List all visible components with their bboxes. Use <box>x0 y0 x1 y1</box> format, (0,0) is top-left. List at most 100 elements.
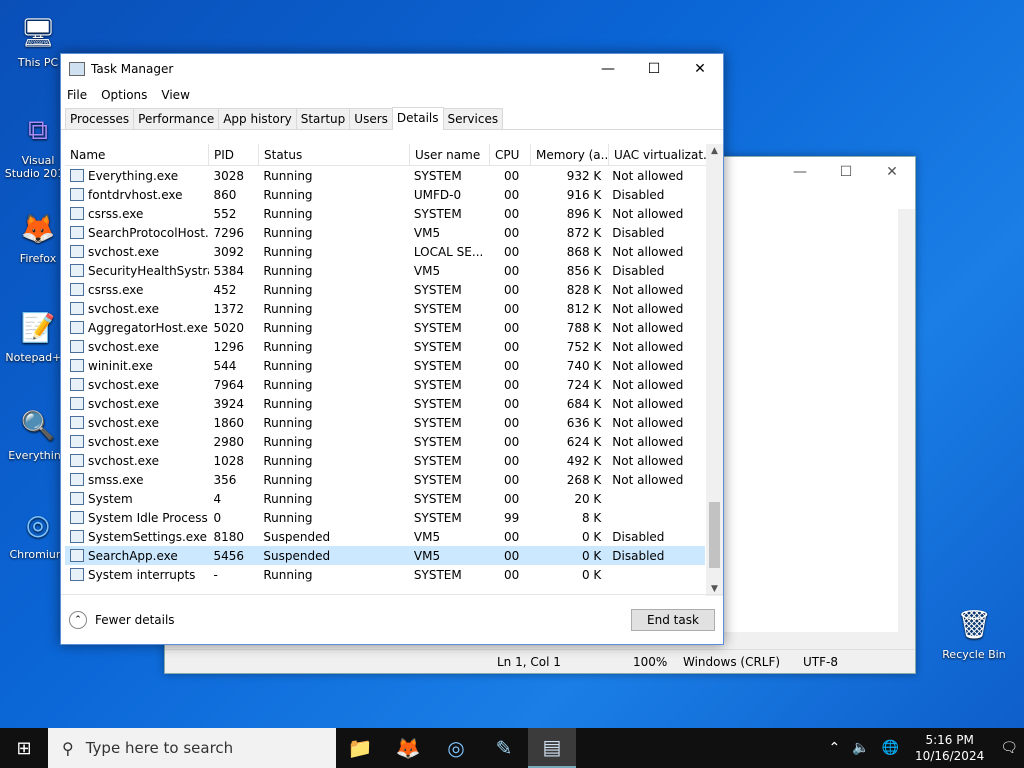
table-row[interactable]: svchost.exe 7964 Running SYSTEM 00 724 K Not a… <box>65 375 705 394</box>
tab-app-history[interactable]: App history <box>218 108 297 129</box>
process-cpu-cell: 00 <box>503 358 520 373</box>
table-row[interactable]: svchost.exe 1860 Running SYSTEM 00 636 K Not a… <box>65 413 705 432</box>
table-row[interactable]: smss.exe 356 Running SYSTEM 00 268 K Not allow… <box>65 470 705 489</box>
process-pid-cell: 5384 <box>213 263 245 278</box>
process-pid-cell: 452 <box>213 282 237 297</box>
tab-processes[interactable]: Processes <box>65 108 135 129</box>
start-button[interactable]: ⊞ <box>0 728 48 768</box>
table-row[interactable]: svchost.exe 1372 Running SYSTEM 00 812 K Not a… <box>65 299 705 318</box>
taskbar-chromium[interactable]: ◎ <box>432 728 480 768</box>
table-row[interactable]: svchost.exe 3092 Running LOCAL SE... 00 868 K… <box>65 242 705 261</box>
process-status-cell: Running <box>263 225 313 240</box>
process-uac-cell: Not allowed <box>612 453 684 468</box>
process-status-cell: Running <box>263 206 313 221</box>
table-row[interactable]: System 4 Running SYSTEM 00 20 K <box>65 489 705 508</box>
minimize-icon[interactable]: — <box>777 157 823 187</box>
process-user-cell: SYSTEM <box>413 567 462 582</box>
process-name: SearchApp.exe <box>88 548 178 563</box>
process-uac-cell: Disabled <box>612 187 665 202</box>
task-manager-window[interactable]: Task Manager — ☐ ✕ File Options View Pro… <box>60 53 724 645</box>
process-uac-cell: Not allowed <box>612 244 684 259</box>
table-row[interactable]: SystemSettings.exe 8180 Suspended VM5 00 0 K D… <box>65 527 705 546</box>
table-row[interactable]: fontdrvhost.exe 860 Running UMFD-0 00 916 K Di… <box>65 185 705 204</box>
process-cpu-cell: 00 <box>503 225 520 240</box>
tab-details[interactable]: Details <box>391 107 444 130</box>
table-row[interactable]: SecurityHealthSystra... 5384 Running VM5 00 8… <box>65 261 705 280</box>
menu-options[interactable]: Options <box>101 88 147 102</box>
process-cpu-cell: 00 <box>503 339 520 354</box>
table-row[interactable]: wininit.exe 544 Running SYSTEM 00 740 K Not al… <box>65 356 705 375</box>
table-row[interactable]: svchost.exe 1028 Running SYSTEM 00 492 K Not a… <box>65 451 705 470</box>
scroll-up-icon[interactable]: ▲ <box>706 146 723 156</box>
scrollbar-thumb[interactable] <box>709 502 720 568</box>
table-row[interactable]: AggregatorHost.exe 5020 Running SYSTEM 00 788… <box>65 318 705 337</box>
network-icon[interactable]: 🌐 <box>882 740 899 756</box>
process-uac-cell: Not allowed <box>612 206 684 221</box>
notepad-vertical-scrollbar[interactable] <box>898 209 915 641</box>
table-row[interactable]: svchost.exe 2980 Running SYSTEM 00 624 K Not a… <box>65 432 705 451</box>
process-mem-cell: 0 K <box>581 529 602 544</box>
process-user-cell: SYSTEM <box>413 339 462 354</box>
process-user-cell: SYSTEM <box>413 358 462 373</box>
process-name: SecurityHealthSystra... <box>88 263 209 278</box>
minimize-icon[interactable]: — <box>585 54 631 84</box>
tab-services[interactable]: Services <box>442 108 504 129</box>
column-header-memory[interactable]: Memory (a... <box>531 144 609 165</box>
process-cpu-cell: 00 <box>503 491 520 506</box>
taskbar-search-box[interactable]: ⚲ Type here to search <box>48 728 336 768</box>
process-name: svchost.exe <box>88 434 159 449</box>
chevron-up-icon[interactable]: ⌃ <box>828 740 840 756</box>
process-name: AggregatorHost.exe <box>88 320 208 335</box>
notification-icon[interactable]: 🗨 <box>1000 740 1018 756</box>
process-uac-cell: Not allowed <box>612 282 684 297</box>
process-name: svchost.exe <box>88 453 159 468</box>
close-icon[interactable]: ✕ <box>677 54 723 84</box>
clock[interactable]: 5:16 PM 10/16/2024 <box>915 732 984 764</box>
process-pid-cell: 5020 <box>213 320 245 335</box>
table-row[interactable]: SearchApp.exe 5456 Suspended VM5 00 0 K Disabl… <box>65 546 705 565</box>
volume-muted-icon[interactable]: 🔈 <box>852 740 869 756</box>
column-header-uac[interactable]: UAC virtualizat... <box>609 144 707 165</box>
recycle-bin-icon: 🗑 <box>956 607 992 641</box>
column-header-name[interactable]: Name <box>65 144 209 165</box>
desktop-icon-recycle-bin[interactable]: 🗑 Recycle Bin <box>940 602 1008 662</box>
process-pid-cell: 1028 <box>213 453 245 468</box>
scroll-down-icon[interactable]: ▼ <box>706 584 723 594</box>
table-row[interactable]: Everything.exe 3028 Running SYSTEM 00 932 K No… <box>65 166 705 185</box>
table-row[interactable]: System interrupts - Running SYSTEM 00 0 K <box>65 565 705 584</box>
table-scrollbar[interactable]: ▲ ▼ <box>706 144 723 596</box>
table-row[interactable]: System Idle Process 0 Running SYSTEM 99 8 K <box>65 508 705 527</box>
tab-users[interactable]: Users <box>349 108 393 129</box>
window-title: Task Manager <box>91 62 174 76</box>
process-uac-cell: Not allowed <box>612 168 684 183</box>
title-bar[interactable]: Task Manager — ☐ ✕ <box>61 54 723 84</box>
menu-view[interactable]: View <box>161 88 189 102</box>
process-status-cell: Running <box>263 244 313 259</box>
maximize-icon[interactable]: ☐ <box>631 54 677 84</box>
menu-file[interactable]: File <box>67 88 87 102</box>
taskbar-firefox[interactable]: 🦊 <box>384 728 432 768</box>
notepad-icon: ✎ <box>495 736 513 760</box>
column-header-user-name[interactable]: User name <box>410 144 490 165</box>
taskbar-file-explorer[interactable]: 📁 <box>336 728 384 768</box>
table-row[interactable]: csrss.exe 552 Running SYSTEM 00 896 K Not allo… <box>65 204 705 223</box>
maximize-icon[interactable]: ☐ <box>823 157 869 187</box>
column-header-cpu[interactable]: CPU <box>490 144 531 165</box>
table-row[interactable]: SearchProtocolHost.... 7296 Running VM5 00 87… <box>65 223 705 242</box>
taskbar-task-manager[interactable]: ▤ <box>528 728 576 768</box>
table-row[interactable]: svchost.exe 3924 Running SYSTEM 00 684 K Not a… <box>65 394 705 413</box>
column-header-pid[interactable]: PID <box>209 144 259 165</box>
close-icon[interactable]: ✕ <box>869 157 915 187</box>
process-mem-cell: 740 K <box>566 358 602 373</box>
process-icon <box>70 473 84 486</box>
taskbar-notepad[interactable]: ✎ <box>480 728 528 768</box>
end-task-button[interactable]: End task <box>631 609 715 631</box>
tab-startup[interactable]: Startup <box>295 108 351 129</box>
table-row[interactable]: csrss.exe 452 Running SYSTEM 00 828 K Not allo… <box>65 280 705 299</box>
fewer-details-link[interactable]: ⌃ Fewer details <box>69 611 175 629</box>
tab-performance[interactable]: Performance <box>133 108 220 129</box>
process-user-cell: SYSTEM <box>413 453 462 468</box>
table-row[interactable]: svchost.exe 1296 Running SYSTEM 00 752 K Not a… <box>65 337 705 356</box>
column-header-status[interactable]: Status <box>259 144 410 165</box>
everything-icon: 🔍 <box>20 408 56 442</box>
